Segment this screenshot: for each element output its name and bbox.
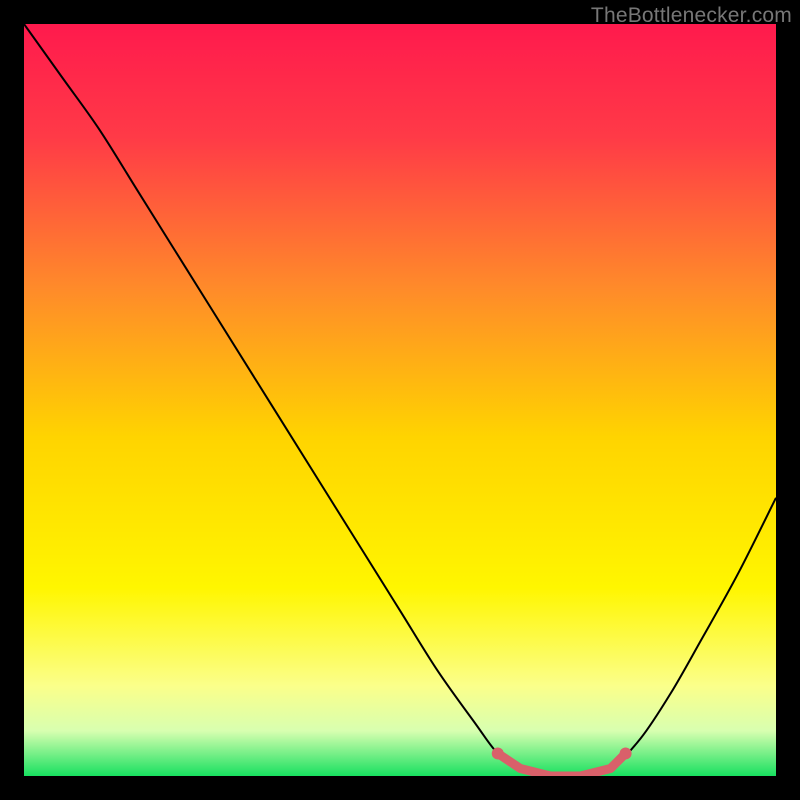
- chart-background: [24, 24, 776, 776]
- bottleneck-chart: [24, 24, 776, 776]
- watermark-text: TheBottlenecker.com: [591, 4, 792, 28]
- chart-frame: [24, 24, 776, 776]
- optimal-band-endpoint: [492, 747, 504, 759]
- optimal-band-endpoint: [620, 747, 632, 759]
